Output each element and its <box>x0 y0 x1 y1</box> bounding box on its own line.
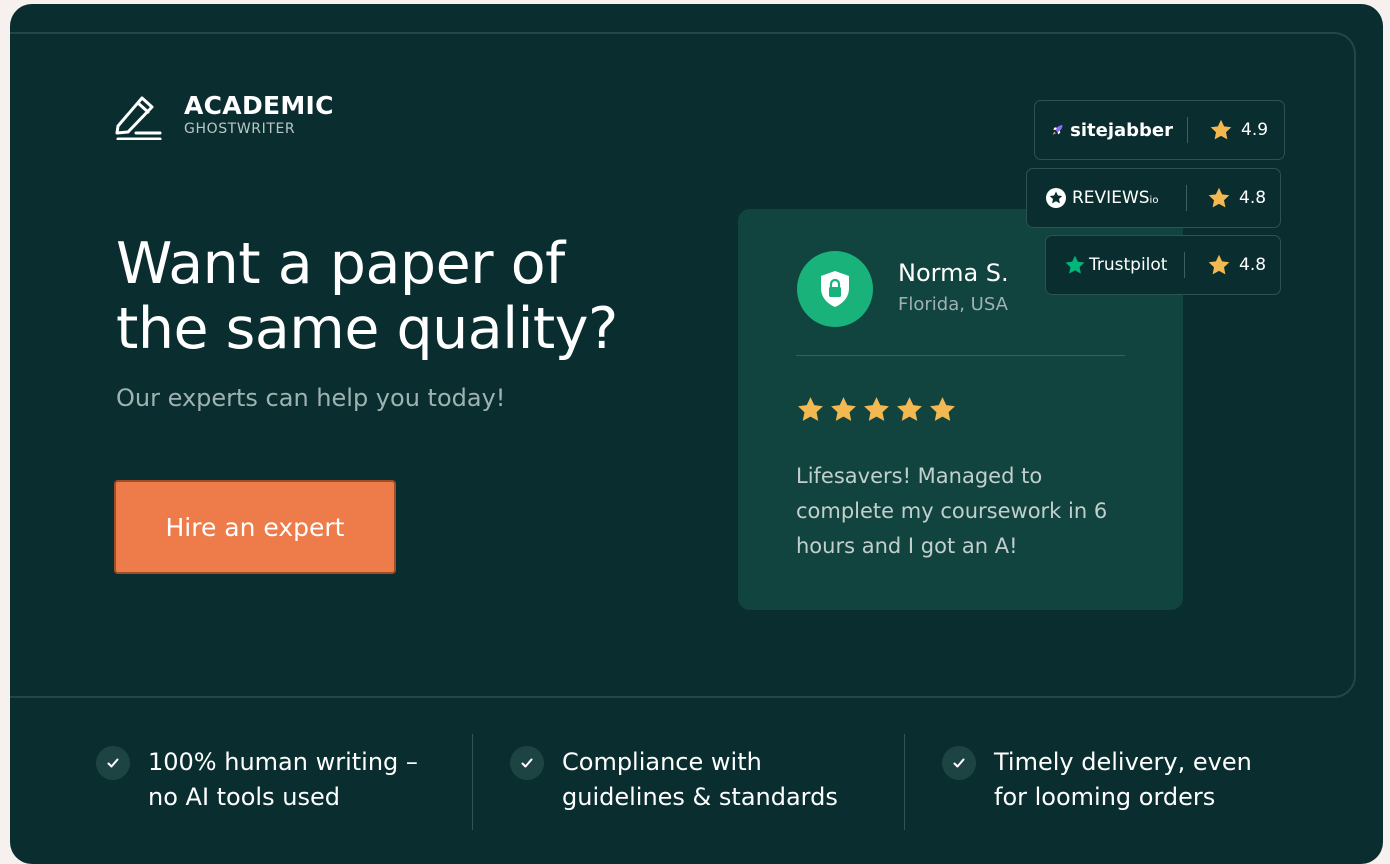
shield-lock-icon <box>821 271 849 307</box>
trustpilot-score: 4.8 <box>1207 253 1266 277</box>
trustpilot-label: Trustpilot <box>1089 255 1168 275</box>
sitejabber-score: 4.9 <box>1209 118 1268 142</box>
review-rating <box>796 395 957 424</box>
subtitle: Our experts can help you today! <box>116 384 506 412</box>
badge-separator <box>1187 117 1188 143</box>
brand-tagline: GHOSTWRITER <box>184 121 296 137</box>
rating-badge-sitejabber[interactable]: sitejabber 4.9 <box>1034 100 1285 160</box>
headline: Want a paper of the same quality? <box>116 232 676 362</box>
star-circle-icon <box>1046 188 1066 208</box>
feature-text: Timely delivery, even for looming orders <box>994 748 1252 811</box>
feature-text: Compliance with guidelines & standards <box>562 748 838 811</box>
badge-separator <box>1184 252 1185 278</box>
brand-name: ACADEMIC <box>184 91 334 120</box>
star-icon <box>798 397 823 421</box>
star-icon <box>1208 187 1230 208</box>
star-icon <box>864 397 889 421</box>
feature-item: 100% human writing – no AI tools used <box>96 746 438 815</box>
headline-line-1: Want a paper of <box>116 231 565 297</box>
star-icon <box>930 397 955 421</box>
reviewsio-name: REVIEWS <box>1072 188 1150 208</box>
rating-badge-trustpilot[interactable]: Trustpilot 4.8 <box>1045 235 1281 295</box>
reviewer-name: Norma S. <box>898 259 1009 287</box>
feature-item: Timely delivery, even for looming orders <box>942 746 1264 815</box>
sitejabber-brand: sitejabber <box>1051 118 1173 142</box>
trustpilot-brand: Trustpilot <box>1064 254 1176 276</box>
reviewsio-brand: REVIEWSio <box>1045 187 1167 209</box>
pen-icon <box>115 96 162 140</box>
headline-line-2: the same quality? <box>116 296 618 362</box>
star-icon <box>831 397 856 421</box>
reviewsio-label: REVIEWSio <box>1072 188 1158 208</box>
review-divider <box>796 355 1125 356</box>
star-icon <box>897 397 922 421</box>
reviewsio-score: 4.8 <box>1207 186 1266 210</box>
rating-badge-reviewsio[interactable]: REVIEWSio 4.8 <box>1026 168 1281 228</box>
feature-text: 100% human writing – no AI tools used <box>148 748 418 811</box>
promo-card: ACADEMIC GHOSTWRITER Want a paper of the… <box>10 4 1383 864</box>
features-row: 100% human writing – no AI tools used Co… <box>10 734 1383 834</box>
badge-separator <box>1186 185 1187 211</box>
check-icon <box>510 746 544 780</box>
check-icon <box>96 746 130 780</box>
star-icon <box>1210 119 1232 140</box>
feature-divider <box>904 734 905 830</box>
reviewer-location: Florida, USA <box>898 294 1008 315</box>
check-icon <box>942 746 976 780</box>
feature-item: Compliance with guidelines & standards <box>510 746 852 815</box>
avatar <box>797 251 873 327</box>
brand-logo[interactable]: ACADEMIC GHOSTWRITER <box>114 90 334 140</box>
feature-divider <box>472 734 473 830</box>
review-text: Lifesavers! Managed to complete my cours… <box>796 464 1108 558</box>
reviewsio-suffix: io <box>1149 195 1159 206</box>
star-icon <box>1208 254 1230 275</box>
hire-expert-button[interactable]: Hire an expert <box>114 480 396 574</box>
sitejabber-label: sitejabber <box>1070 119 1173 141</box>
sitejabber-score-value: 4.9 <box>1241 120 1269 140</box>
trustpilot-score-value: 4.8 <box>1239 255 1267 275</box>
rocket-icon <box>1052 125 1063 135</box>
trustpilot-star-icon <box>1065 255 1085 274</box>
reviewsio-score-value: 4.8 <box>1239 188 1267 208</box>
